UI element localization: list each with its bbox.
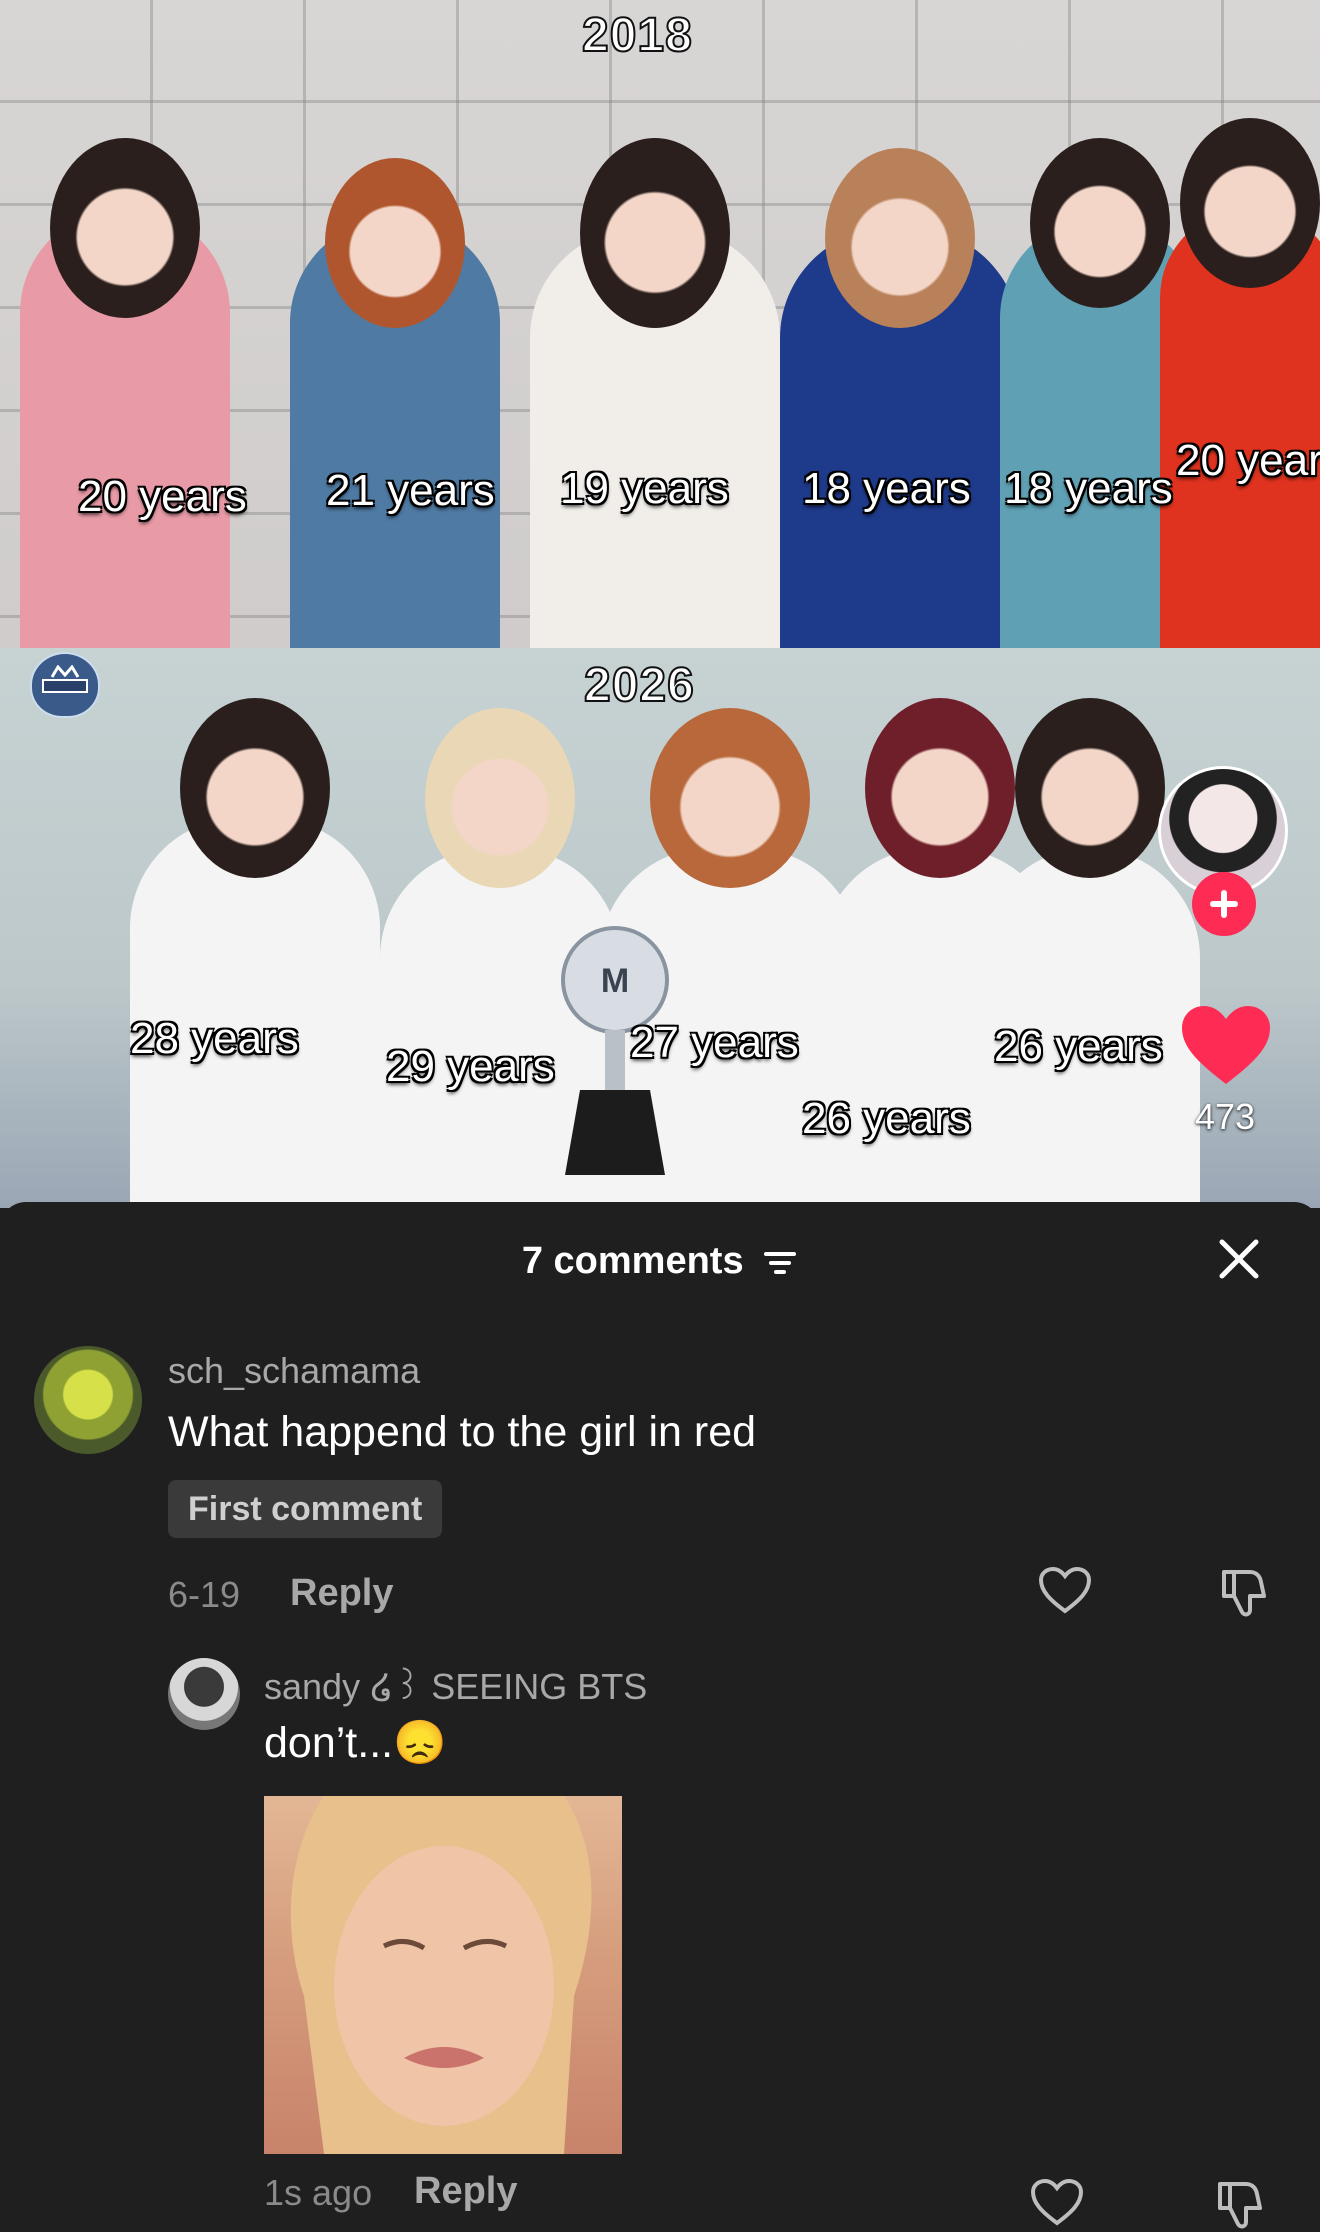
year-label: 2026 [583,658,695,713]
avatar[interactable] [34,1346,142,1454]
comments-header: 7 comments [0,1240,1320,1283]
age-label: 26 years [802,1094,971,1143]
comment-username[interactable]: sch_schamama [168,1350,420,1392]
age-label: 28 years [130,1014,299,1063]
reply-button[interactable]: Reply [290,1572,393,1615]
first-comment-badge: First comment [168,1480,443,1538]
member-figure [1160,118,1320,648]
plus-icon [1210,890,1238,918]
age-label: 18 years [802,464,971,513]
heart-outline-icon[interactable] [1038,1566,1092,1616]
age-label: 20 year [1176,436,1320,485]
comment-text: What happend to the girl in red [168,1408,757,1456]
age-label: 26 years [994,1022,1163,1071]
video-frame-2026[interactable]: M 2026 28 years 29 years 27 years 26 yea… [0,648,1320,1208]
comments-count: 7 comments [521,1240,744,1282]
year-label: 2018 [581,8,693,63]
age-label: 20 years [78,472,247,521]
member-figure [290,158,500,648]
dislike-icon[interactable] [1212,2178,1266,2232]
age-label: 19 years [560,464,729,513]
age-label: 21 years [326,466,495,515]
reply-date: 1s ago [264,2172,373,2213]
heart-icon[interactable] [1180,1004,1272,1088]
heart-outline-icon[interactable] [1030,2178,1084,2228]
age-label: 29 years [386,1042,555,1091]
like-count: 473 [1194,1096,1256,1137]
svg-text:M: M [601,962,629,1000]
member-figure [780,148,1020,648]
comment-date: 6-19 [168,1574,241,1615]
reaction-image[interactable] [264,1796,622,2154]
dislike-icon[interactable] [1216,1566,1270,1620]
reply-username[interactable]: sandy ໒꒱ SEEING BTS [264,1660,647,1708]
avatar[interactable] [168,1658,240,1730]
logo-icon [30,652,100,718]
video-frame-2018[interactable]: 2018 20 years 21 years 19 years 18 years… [0,0,1320,648]
member-figure [130,698,380,1208]
comments-sheet: 7 comments sch_schamama What happend to … [0,1202,1320,2229]
age-label: 18 years [1004,464,1173,513]
reply-button[interactable]: Reply [414,2170,517,2213]
follow-button[interactable] [1192,872,1256,936]
member-figure [530,138,780,648]
reply-text: don’t...😞 [264,1719,447,1767]
sort-icon[interactable] [762,1248,798,1278]
age-label: 27 years [630,1018,799,1067]
close-icon[interactable] [1216,1236,1262,1282]
member-figure [20,138,230,648]
